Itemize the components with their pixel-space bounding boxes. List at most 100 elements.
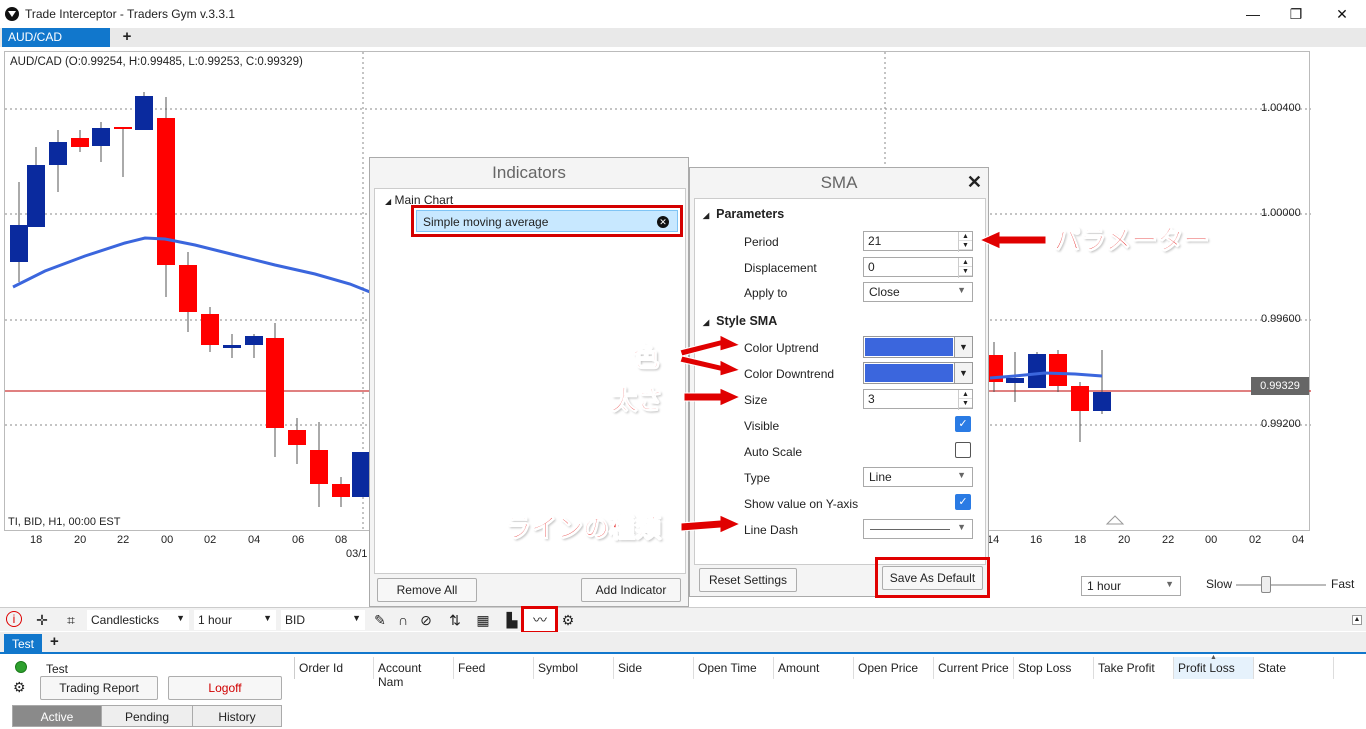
size-spinner[interactable]: ▲ ▼ [958,390,972,410]
layout-grid-icon[interactable]: ▦ [474,611,492,629]
annotation-color: 色 [632,343,660,374]
chevron-down-icon: ▼ [957,285,966,295]
x-tick-label: 22 [1162,534,1175,546]
chart-type-select[interactable]: Candlesticks ▼ [87,610,189,630]
visible-checkbox[interactable]: ✓ [955,416,971,432]
show-y-value-checkbox[interactable]: ✓ [955,494,971,510]
candle-body [1093,392,1111,411]
chart-bars-icon[interactable]: ▙ [503,611,521,629]
speed-slider-handle[interactable] [1261,576,1271,593]
spin-up-icon[interactable]: ▲ [959,390,972,399]
auto-scale-checkbox[interactable] [955,442,971,458]
indicators-icon[interactable]: 〰 [531,611,549,629]
logoff-button[interactable]: Logoff [168,676,282,700]
candle-body [71,138,89,147]
indicators-title: Indicators [492,163,566,182]
color-downtrend-picker[interactable]: ▼ [863,362,973,384]
speed-slider[interactable] [1236,584,1326,586]
column-current-price[interactable]: Current Price [934,657,1014,679]
gear-icon[interactable]: ⚙ [559,611,577,629]
candle-body [135,96,153,130]
x-tick-label: 08 [335,534,348,546]
maximize-button[interactable]: ❐ [1285,4,1307,24]
indicator-button-highlight: 〰 [521,606,558,634]
column-state[interactable]: State [1254,657,1334,679]
spin-down-icon[interactable]: ▼ [959,241,972,250]
spin-up-icon[interactable]: ▲ [959,258,972,267]
solid-line-icon [870,529,950,530]
minimize-button[interactable]: — [1242,4,1264,24]
tab-test[interactable]: Test [4,634,42,654]
reset-settings-button[interactable]: Reset Settings [699,568,797,592]
type-label: Type [744,471,771,485]
y-tick-label: 1.00000 [1261,207,1301,219]
pencil-icon[interactable]: ✎ [371,611,389,629]
crop-icon[interactable]: ⌗ [62,611,80,629]
magnet-icon[interactable]: ∩ [394,611,412,629]
annotation-line-type: ラインの種類 [504,514,662,545]
collapse-triangle-icon: ◢ [703,211,710,220]
column-order-id[interactable]: Order Id [294,657,374,679]
trading-report-button[interactable]: Trading Report [40,676,158,700]
period-spinner[interactable]: ▲ ▼ [958,232,972,252]
timeframe-select[interactable]: 1 hour ▼ [194,610,276,630]
column-open-time[interactable]: Open Time [694,657,774,679]
column-open-price[interactable]: Open Price [854,657,934,679]
period-input[interactable]: 21 ▲ ▼ [863,231,973,252]
chevron-down-icon: ▼ [954,337,972,357]
spin-up-icon[interactable]: ▲ [959,232,972,241]
crosshair-icon[interactable]: ✛ [33,611,51,629]
candle-body [352,452,370,497]
add-indicator-button[interactable]: Add Indicator [581,578,681,602]
playback-timeframe-value: 1 hour [1087,579,1122,593]
apply-to-select[interactable]: Close ▼ [863,282,973,302]
parameters-section[interactable]: ◢ Parameters [703,207,784,221]
sort-icon[interactable]: ⇅ [446,611,464,629]
column-side[interactable]: Side [614,657,694,679]
add-chart-tab-button[interactable]: + [117,28,137,47]
save-as-default-button[interactable]: Save As Default [882,566,983,590]
column-symbol[interactable]: Symbol [534,657,614,679]
playback-timeframe-select[interactable]: 1 hour ▼ [1081,576,1181,596]
speed-slow-label: Slow [1206,577,1233,591]
column-take-profit[interactable]: Take Profit [1094,657,1174,679]
segment-history[interactable]: History [192,705,282,727]
size-input[interactable]: 3 ▲ ▼ [863,389,973,410]
chevron-down-icon: ▼ [957,522,966,532]
close-dialog-icon[interactable]: ✕ [967,172,982,193]
type-select[interactable]: Line ▼ [863,467,973,487]
chart-toolbar: i ✛ ⌗ Candlesticks ▼ 1 hour ▼ BID ▼ ✎ ∩ ⊘ ⇅… [0,606,1366,634]
close-window-button[interactable]: ✕ [1331,4,1353,24]
x-tick-label: 00 [161,534,174,546]
column-feed[interactable]: Feed [454,657,534,679]
size-label: Size [744,393,768,407]
apply-to-label: Apply to [744,286,788,300]
remove-all-button[interactable]: Remove All [377,578,477,602]
column-amount[interactable]: Amount [774,657,854,679]
remove-indicator-icon[interactable]: ✕ [657,216,669,228]
column-stop-loss[interactable]: Stop Loss [1014,657,1094,679]
x-tick-label: 00 [1205,534,1218,546]
chart-type-value: Candlesticks [91,613,160,627]
chevron-down-icon: ▼ [352,613,361,623]
color-uptrend-picker[interactable]: ▼ [863,336,973,358]
add-account-tab-button[interactable]: + [50,633,59,650]
segment-pending[interactable]: Pending [101,705,193,727]
price-select[interactable]: BID ▼ [281,610,365,630]
line-dash-select[interactable]: ▼ [863,519,973,539]
style-section[interactable]: ◢ Style SMA [703,314,777,328]
tab-aud-cad[interactable]: AUD/CAD [2,28,110,47]
segment-active[interactable]: Active [12,705,102,727]
column-account-name[interactable]: Account Nam [374,657,454,689]
hide-drawings-icon[interactable]: ⊘ [417,611,435,629]
settings-gears-icon[interactable]: ⚙ [13,679,26,696]
candle-body [10,225,28,262]
spin-down-icon[interactable]: ▼ [959,399,972,408]
chevron-down-icon: ▼ [263,613,272,623]
displacement-input[interactable]: 0 ▲ ▼ [863,257,973,278]
displacement-spinner[interactable]: ▲ ▼ [958,258,972,278]
indicator-item-sma[interactable]: Simple moving average ✕ [411,205,683,237]
scroll-up-icon[interactable]: ▲ [1352,615,1362,625]
spin-down-icon[interactable]: ▼ [959,267,972,276]
info-icon[interactable]: i [6,611,22,627]
